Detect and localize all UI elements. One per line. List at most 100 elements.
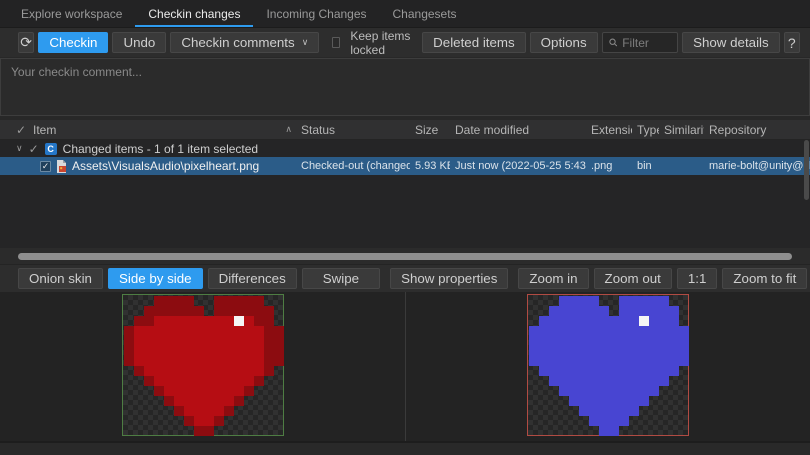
column-header-similarity[interactable]: Similarity (659, 123, 704, 137)
pixel-cell (569, 326, 579, 336)
pixel-cell (214, 306, 224, 316)
checkin-comments-dropdown[interactable]: Checkin comments ∨ (170, 32, 319, 53)
group-expand-icon[interactable]: ∨ (16, 143, 23, 154)
pixel-cell (559, 306, 569, 316)
pixel-cell (609, 306, 619, 316)
left-image-viewer[interactable] (0, 292, 405, 441)
pixel-cell (609, 396, 619, 406)
row-date-modified: Just now (2022-05-25 5:43:52 PM) (450, 160, 586, 172)
pixel-cell (264, 376, 274, 386)
pixel-cell (254, 366, 264, 376)
column-header-date-modified[interactable]: Date modified (450, 123, 586, 137)
side-by-side-button[interactable]: Side by side (108, 268, 203, 289)
pixel-cell (124, 316, 134, 326)
pixel-cell (649, 316, 659, 326)
tab-changesets[interactable]: Changesets (380, 0, 470, 27)
pixel-cell (559, 396, 569, 406)
pixel-cell (154, 336, 164, 346)
pixel-cell (264, 306, 274, 316)
refresh-button[interactable]: ⟳ (18, 32, 34, 53)
pixel-cell (214, 296, 224, 306)
show-properties-button[interactable]: Show properties (390, 268, 508, 289)
pixel-cell (539, 386, 549, 396)
horizontal-scrollbar[interactable] (18, 253, 792, 260)
column-header-item[interactable]: Item (33, 123, 56, 137)
checkin-button[interactable]: Checkin (38, 32, 108, 53)
pixel-cell (669, 426, 679, 436)
select-all-check-icon[interactable]: ✓ (0, 123, 28, 137)
zoom-in-button[interactable]: Zoom in (518, 268, 588, 289)
pixel-cell (679, 336, 689, 346)
pixel-cell (254, 376, 264, 386)
pixel-cell (619, 326, 629, 336)
right-image-viewer[interactable] (405, 292, 810, 441)
pixel-cell (529, 396, 539, 406)
pixel-cell (599, 366, 609, 376)
pixel-cell (184, 376, 194, 386)
pixel-cell (214, 426, 224, 436)
deleted-items-button[interactable]: Deleted items (422, 32, 526, 53)
filter-input[interactable] (622, 36, 671, 50)
left-image (122, 294, 284, 436)
differences-button[interactable]: Differences (208, 268, 297, 289)
table-row[interactable]: ✓ Assets\VisualsAudio\pixelheart.png Che… (0, 157, 810, 175)
pixel-cell (619, 376, 629, 386)
row-checkbox[interactable]: ✓ (40, 161, 51, 172)
pixel-cell (194, 366, 204, 376)
pixel-cell (559, 346, 569, 356)
pixel-cell (194, 406, 204, 416)
pixel-cell (184, 326, 194, 336)
options-button[interactable]: Options (530, 32, 598, 53)
pixel-cell (569, 386, 579, 396)
group-check-icon[interactable]: ✓ (29, 142, 39, 156)
column-header-status[interactable]: Status (296, 123, 410, 137)
tab-checkin-changes[interactable]: Checkin changes (135, 0, 253, 27)
undo-button[interactable]: Undo (112, 32, 166, 53)
pixel-cell (669, 296, 679, 306)
pixel-cell (679, 346, 689, 356)
pixel-cell (569, 366, 579, 376)
pixel-cell (224, 416, 234, 426)
keep-items-locked-checkbox[interactable] (332, 37, 340, 48)
pixel-cell (549, 346, 559, 356)
pixel-cell (244, 316, 254, 326)
onion-skin-button[interactable]: Onion skin (18, 268, 103, 289)
pixel-cell (154, 326, 164, 336)
pixel-cell (164, 316, 174, 326)
pixel-cell (599, 296, 609, 306)
one-to-one-button[interactable]: 1:1 (677, 268, 718, 289)
checkin-comment-input[interactable] (0, 58, 810, 116)
pixel-cell (629, 306, 639, 316)
horizontal-scrollbar-track (0, 248, 810, 264)
column-header-size[interactable]: Size (410, 123, 450, 137)
column-header-type[interactable]: Type (632, 123, 659, 137)
pixel-cell (214, 386, 224, 396)
pixel-cell (589, 336, 599, 346)
pixel-cell (274, 326, 284, 336)
pixel-cell (154, 416, 164, 426)
pixel-cell (559, 336, 569, 346)
group-label: Changed items - 1 of 1 item selected (63, 142, 258, 156)
changed-items-group-row[interactable]: ∨ ✓ C Changed items - 1 of 1 item select… (0, 140, 810, 157)
swipe-button[interactable]: Swipe (302, 268, 380, 289)
pixel-cell (154, 406, 164, 416)
show-details-button[interactable]: Show details (682, 32, 780, 53)
row-status: Checked-out (changed) (296, 160, 410, 172)
pixel-cell (254, 296, 264, 306)
tab-explore-workspace[interactable]: Explore workspace (8, 0, 135, 27)
zoom-out-button[interactable]: Zoom out (594, 268, 672, 289)
pixel-cell (579, 376, 589, 386)
column-header-repository[interactable]: Repository (704, 123, 810, 137)
pixel-cell (264, 316, 274, 326)
pixel-cell (154, 396, 164, 406)
zoom-to-fit-button[interactable]: Zoom to fit (722, 268, 807, 289)
pixel-cell (629, 346, 639, 356)
column-header-extension[interactable]: Extension (586, 123, 632, 137)
help-button[interactable]: ? (784, 32, 800, 53)
tab-incoming-changes[interactable]: Incoming Changes (253, 0, 379, 27)
pixel-cell (549, 416, 559, 426)
pixel-cell (204, 316, 214, 326)
pixel-cell (609, 326, 619, 336)
vertical-scrollbar[interactable] (804, 140, 809, 200)
pixel-cell (609, 366, 619, 376)
